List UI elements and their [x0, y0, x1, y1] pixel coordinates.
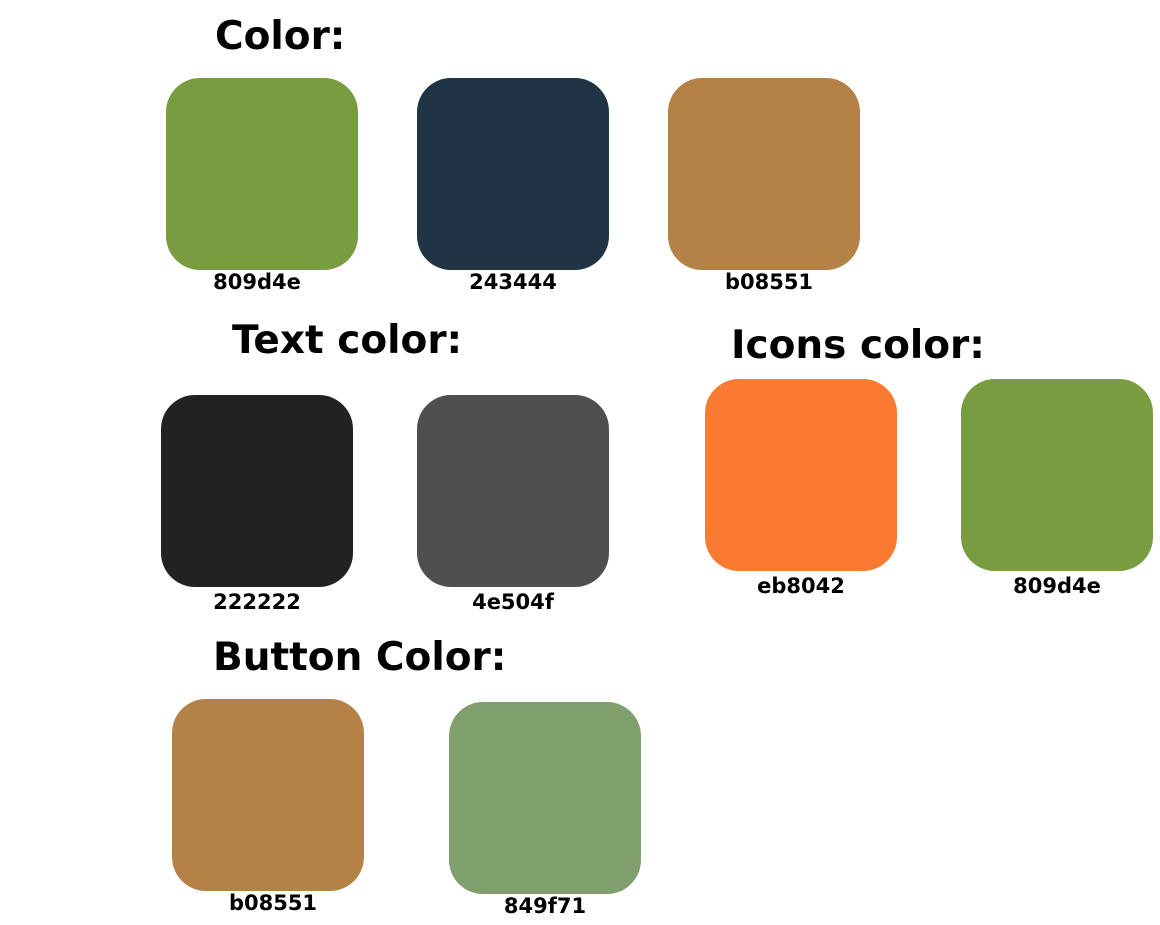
color-swatch-label: b08551 — [724, 270, 814, 294]
button-color-section-title: Button Color: — [213, 635, 507, 680]
color-section-title: Color: — [215, 14, 346, 59]
text-color-swatch-gray — [417, 395, 609, 587]
icons-color-swatch-label: eb8042 — [757, 574, 845, 598]
icons-color-swatch-label: 809d4e — [1013, 574, 1101, 598]
color-swatch-tan — [668, 78, 860, 270]
button-color-swatch-tan — [172, 699, 364, 891]
icons-color-section-title: Icons color: — [731, 323, 985, 368]
text-color-swatch-label: 4e504f — [472, 590, 554, 614]
text-color-swatch-black — [161, 395, 353, 587]
color-swatch-navy — [417, 78, 609, 270]
button-color-swatch-label: 849f71 — [503, 894, 587, 918]
icons-color-swatch-green — [961, 379, 1153, 571]
text-color-swatch-label: 222222 — [213, 590, 301, 614]
text-color-section-title: Text color: — [232, 318, 463, 363]
color-swatch-label: 243444 — [469, 270, 557, 294]
button-color-swatch-label: b08551 — [228, 891, 318, 915]
color-swatch-green — [166, 78, 358, 270]
icons-color-swatch-orange — [705, 379, 897, 571]
color-swatch-label: 809d4e — [213, 270, 301, 294]
button-color-swatch-sage — [449, 702, 641, 894]
